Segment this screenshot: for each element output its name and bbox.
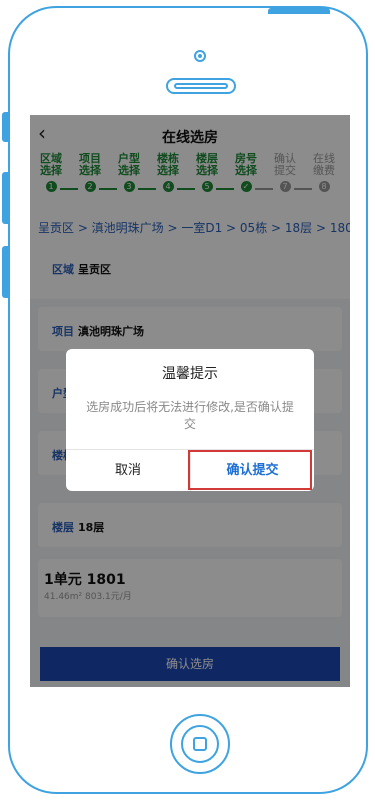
dialog-message: 选房成功后将无法进行修改,是否确认提交: [86, 400, 294, 431]
dialog-title: 温馨提示: [162, 366, 218, 382]
volume-up-button: [2, 172, 8, 224]
power-button: [268, 8, 330, 14]
home-button[interactable]: [170, 714, 230, 774]
mute-switch: [2, 112, 8, 142]
cancel-button[interactable]: 取消: [66, 450, 190, 491]
highlight-box: [188, 450, 312, 490]
app-screen: ‹ 在线选房 区域选择 1 项目选择 2 户型选择 3 楼栋选择 4 楼层选择 5 房号选…: [30, 115, 350, 687]
speaker-grille: [166, 78, 236, 94]
home-button-ring: [181, 725, 219, 763]
front-camera: [194, 50, 206, 62]
volume-down-button: [2, 246, 8, 298]
home-square-icon: [193, 737, 207, 751]
